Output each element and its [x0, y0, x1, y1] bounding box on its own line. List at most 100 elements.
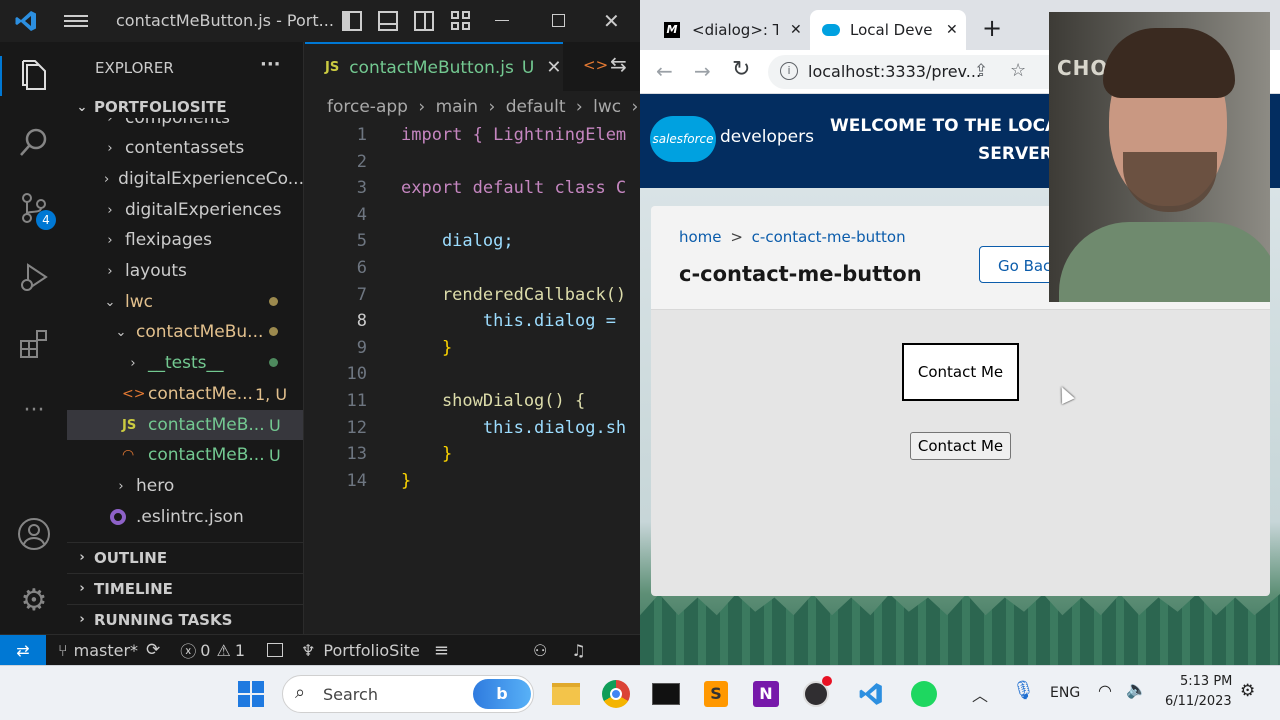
panel-timeline[interactable]: › TIMELINE	[67, 573, 303, 603]
file-explorer-icon[interactable]	[548, 676, 584, 712]
errors-icon[interactable]: ⓧ	[180, 638, 196, 662]
project-name[interactable]: PortfolioSite	[323, 641, 420, 660]
vscode-window: contactMeButton.js - Port... ✕ 4 ··· ⚙ E…	[0, 0, 640, 666]
warnings-icon[interactable]: ⚠	[216, 641, 230, 660]
dialog-contact-me-button[interactable]: Contact Me	[902, 343, 1019, 401]
notification-icon[interactable]: ⚙	[1240, 681, 1255, 701]
code-line: renderedCallback()	[401, 284, 627, 305]
address-bar[interactable]: i localhost:3333/prev... ⇪ ☆	[768, 55, 1068, 89]
manage-gear-icon[interactable]: ⚙	[14, 580, 54, 620]
reload-icon[interactable]: ↻	[732, 57, 750, 82]
taskbar-search-box[interactable]: ⌕ Search b	[282, 675, 534, 713]
account-icon[interactable]	[14, 514, 54, 554]
chevron-right-icon: ›	[575, 97, 583, 117]
back-arrow-icon[interactable]: ←	[656, 59, 673, 83]
tab-label: contactMeButton.js	[349, 57, 514, 78]
panel-outline[interactable]: › OUTLINE	[67, 542, 303, 572]
search-icon[interactable]	[14, 122, 54, 162]
wifi-icon[interactable]: ◠	[1098, 681, 1112, 700]
menu-icon[interactable]	[64, 12, 88, 30]
chevron-right-icon: ›	[79, 581, 85, 596]
extensions-icon[interactable]	[14, 324, 54, 364]
language-indicator[interactable]: ENG	[1050, 685, 1080, 701]
toggle-secondary-sidebar-icon[interactable]	[414, 11, 434, 31]
share-icon[interactable]: ⇪	[974, 61, 988, 81]
forward-arrow-icon[interactable]: →	[694, 59, 711, 83]
code-line: this.dialog.sh	[401, 417, 627, 438]
start-windows-icon[interactable]	[233, 676, 269, 712]
list-icon[interactable]: ≡	[434, 640, 449, 661]
activity-bar: 4 ··· ⚙	[0, 42, 67, 634]
open-changes-icon[interactable]: ⇆	[610, 52, 627, 76]
notifications-bell-icon[interactable]: ♫	[571, 641, 585, 660]
onenote-icon[interactable]: N	[748, 676, 784, 712]
microphone-icon[interactable]: 🎙	[1012, 680, 1035, 701]
site-info-icon[interactable]: i	[780, 62, 798, 80]
tree-item-components[interactable]: › components	[67, 118, 303, 133]
maximize-icon[interactable]	[552, 14, 565, 27]
breadcrumb-item[interactable]: force-app	[327, 97, 408, 117]
breadcrumb-item[interactable]: lwc	[593, 97, 621, 117]
chevron-right-icon: ›	[107, 202, 113, 218]
code-line: import { LightningElem	[401, 125, 627, 145]
toggle-sidebar-icon[interactable]	[342, 11, 362, 31]
chrome-icon[interactable]	[598, 676, 634, 712]
vscode-taskbar-icon[interactable]	[853, 676, 889, 712]
explorer-icon[interactable]	[0, 56, 67, 96]
breadcrumb-item[interactable]: default	[506, 97, 566, 117]
welcome-line1: WELCOME TO THE LOCAL	[830, 116, 1070, 136]
tree-item-contactmebutton-folder[interactable]: ⌄ contactMeBu...	[67, 317, 303, 347]
editor-tab[interactable]: JS contactMeButton.js U ✕	[305, 42, 563, 91]
source-control-icon[interactable]: 4	[14, 188, 56, 230]
breadcrumb-current-link[interactable]: c-contact-me-button	[752, 228, 906, 246]
clock-time[interactable]: 5:13 PM	[1180, 674, 1232, 689]
tree-item-eslintrc[interactable]: .eslintrc.json	[67, 502, 303, 532]
terminal-icon[interactable]	[648, 676, 684, 712]
tree-item-label: lwc	[125, 292, 153, 312]
branch-name[interactable]: master*	[74, 641, 138, 660]
show-hidden-icons-chevron-icon[interactable]: ︿	[972, 682, 988, 706]
obs-record-icon[interactable]	[798, 676, 834, 712]
customize-layout-icon[interactable]	[451, 11, 471, 31]
chevron-down-icon: ⌄	[76, 99, 88, 115]
tree-item-digitalexperienceconfigs[interactable]: › digitalExperienceCo...	[67, 164, 303, 194]
browser-tab-local-dev[interactable]: Local Develo ✕	[810, 10, 966, 50]
html-file-icon[interactable]: <>	[583, 56, 608, 74]
tree-item-layouts[interactable]: › layouts	[67, 256, 303, 286]
spotify-icon[interactable]	[906, 676, 942, 712]
breadcrumb-item[interactable]: main	[436, 97, 478, 117]
tab-close-icon[interactable]: ✕	[546, 57, 561, 78]
tree-item-js-file[interactable]: JS contactMeB... U	[67, 410, 303, 440]
tree-item-hero[interactable]: › hero	[67, 471, 303, 501]
tree-item-lwc[interactable]: ⌄ lwc	[67, 287, 303, 317]
remote-indicator-icon[interactable]: ⇄	[0, 634, 46, 666]
browser-tab-dialog[interactable]: M <dialog>: Th ✕	[652, 10, 808, 50]
clock-date[interactable]: 6/11/2023	[1165, 694, 1232, 709]
close-icon[interactable]: ✕	[603, 9, 620, 33]
tab-close-icon[interactable]: ✕	[946, 22, 958, 38]
bookmark-star-icon[interactable]: ☆	[1010, 60, 1026, 81]
new-tab-icon[interactable]: +	[982, 14, 1002, 42]
toggle-panel-icon[interactable]	[378, 11, 398, 31]
breadcrumb-home-link[interactable]: home	[679, 228, 722, 246]
contact-me-button[interactable]: Contact Me	[910, 432, 1011, 460]
tree-item-flexipages[interactable]: › flexipages	[67, 225, 303, 255]
tree-item-xml-file[interactable]: ◠ contactMeB... U	[67, 440, 303, 470]
tree-item-contentassets[interactable]: › contentassets	[67, 133, 303, 163]
line-number: 3	[356, 178, 367, 199]
tab-close-icon[interactable]: ✕	[790, 22, 802, 38]
tree-item-digitalexperiences[interactable]: › digitalExperiences	[67, 195, 303, 225]
more-views-icon[interactable]: ···	[14, 390, 54, 430]
output-panel-icon[interactable]	[267, 643, 284, 657]
run-debug-icon[interactable]	[14, 257, 54, 297]
minimize-icon[interactable]	[495, 20, 509, 21]
tree-item-tests[interactable]: › __tests__	[67, 348, 303, 378]
explorer-more-icon[interactable]: ···	[260, 54, 281, 75]
sync-icon[interactable]: ⟳	[146, 640, 160, 660]
code-editor[interactable]: 1 import { LightningElem 2 3 export default …	[305, 122, 640, 502]
volume-icon[interactable]: 🔈	[1126, 680, 1147, 700]
copilot-icon[interactable]: ⚇	[533, 641, 547, 660]
sublime-text-icon[interactable]: S	[698, 676, 734, 712]
panel-running-tasks[interactable]: › RUNNING TASKS	[67, 604, 303, 634]
tree-item-html-file[interactable]: <> contactMe... 1, U	[67, 379, 303, 409]
